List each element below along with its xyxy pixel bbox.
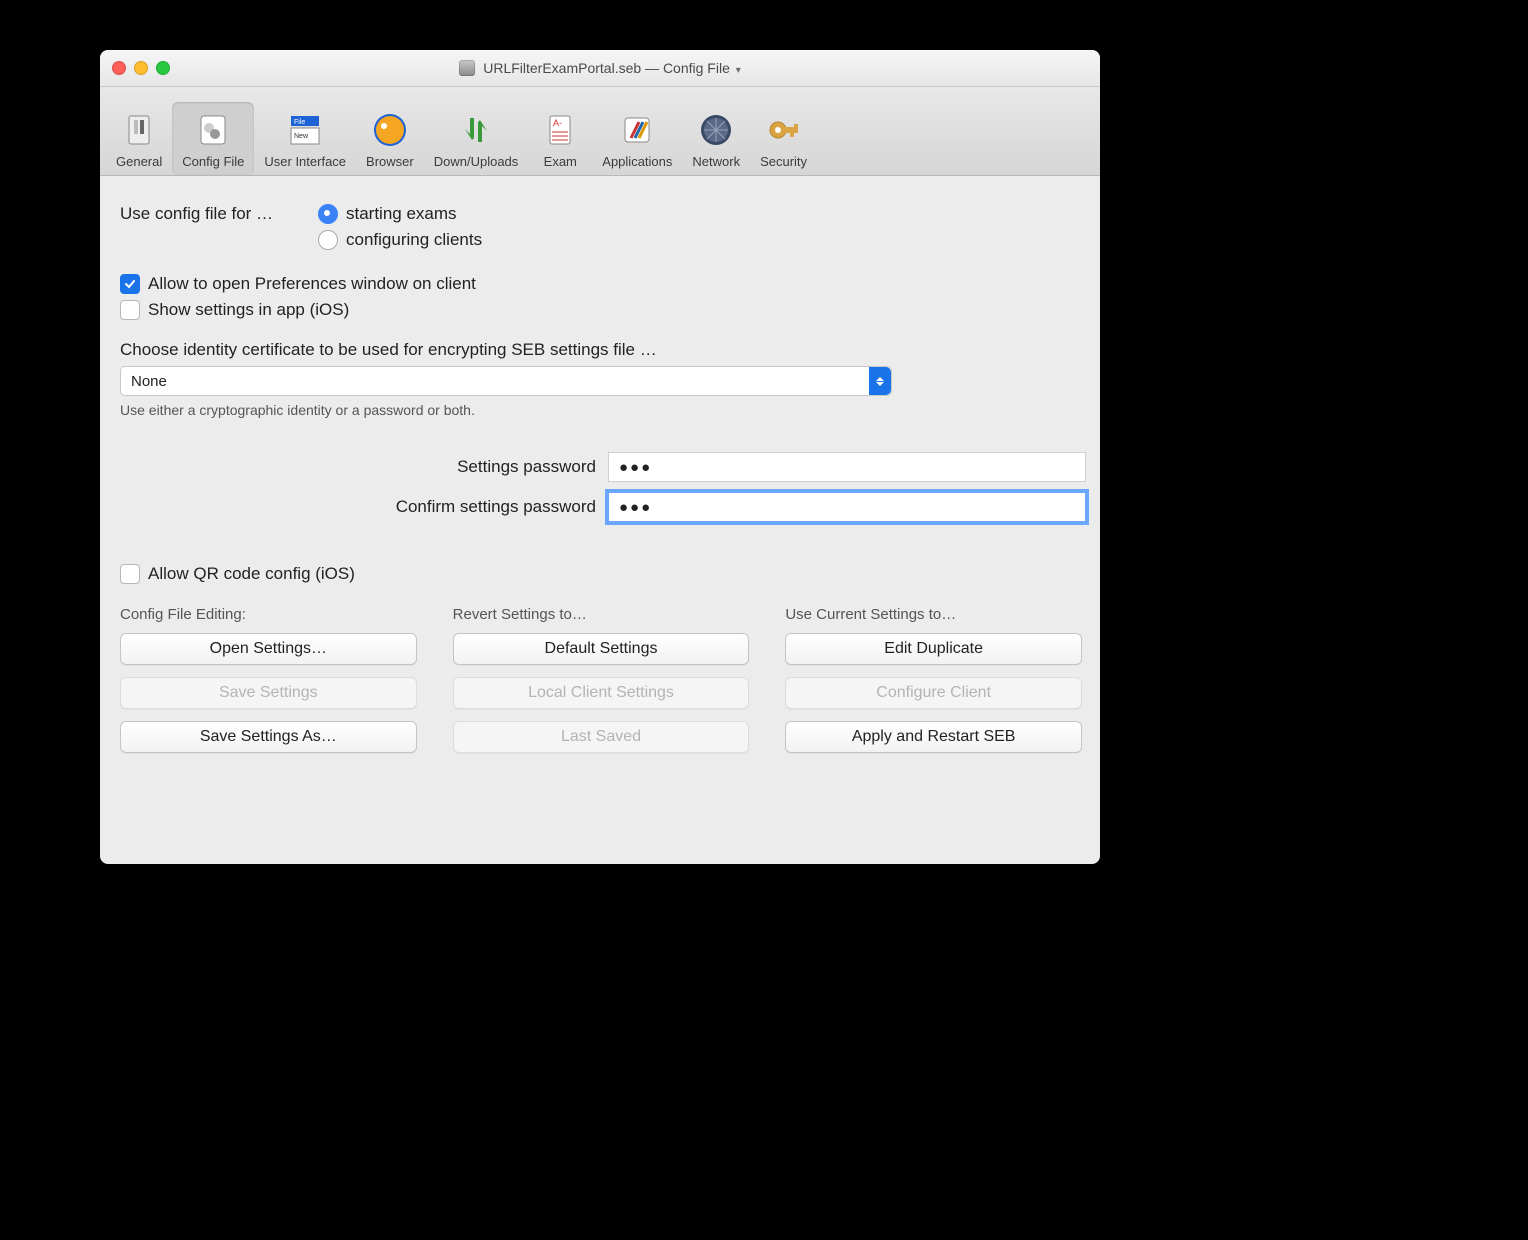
window-title: URLFilterExamPortal.seb — Config File ▾ [483,60,741,76]
radio-configuring-clients[interactable] [318,230,338,250]
configure-client-button[interactable]: Configure Client [785,677,1082,709]
save-settings-button[interactable]: Save Settings [120,677,417,709]
zoom-window-icon[interactable] [156,61,170,75]
editing-title: Config File Editing: [120,606,415,623]
checkbox-allow-prefs[interactable] [120,274,140,294]
exam-icon: A- [538,108,582,152]
cert-hint: Use either a cryptographic identity or a… [120,402,1080,418]
down-uploads-icon [454,108,498,152]
titlebar: URLFilterExamPortal.seb — Config File ▾ [100,50,1100,87]
tab-security[interactable]: Security [750,102,817,175]
confirm-password-input[interactable]: ●●● [608,492,1086,522]
tab-network[interactable]: Network [682,102,750,175]
tab-exam[interactable]: A- Exam [528,102,592,175]
radio-configuring-clients-label: configuring clients [346,230,482,250]
open-settings-button[interactable]: Open Settings… [120,633,417,665]
config-file-icon [191,108,235,152]
general-icon [117,108,161,152]
close-window-icon[interactable] [112,61,126,75]
preferences-toolbar: General Config File FileNew User Interfa… [100,87,1100,176]
security-icon [762,108,806,152]
svg-text:New: New [294,133,309,140]
tab-user-interface[interactable]: FileNew User Interface [254,102,356,175]
use-title: Use Current Settings to… [785,606,1080,623]
cert-label: Choose identity certificate to be used f… [120,340,1080,360]
use-config-label: Use config file for … [120,204,318,224]
default-settings-button[interactable]: Default Settings [453,633,750,665]
tab-applications[interactable]: Applications [592,102,682,175]
checkbox-show-settings-ios-label: Show settings in app (iOS) [148,300,349,320]
browser-icon [368,108,412,152]
confirm-password-label: Confirm settings password [120,497,608,517]
checkbox-allow-qr[interactable] [120,564,140,584]
identity-certificate-select[interactable]: None [120,366,892,396]
identity-certificate-value: None [131,373,167,390]
svg-text:File: File [294,119,305,126]
revert-title: Revert Settings to… [453,606,748,623]
minimize-window-icon[interactable] [134,61,148,75]
tab-down-uploads[interactable]: Down/Uploads [424,102,529,175]
config-file-pane: Use config file for … starting exams con… [100,176,1100,779]
svg-text:A-: A- [553,118,562,128]
tab-general[interactable]: General [106,102,172,175]
select-stepper-icon [869,367,891,395]
apply-restart-button[interactable]: Apply and Restart SEB [785,721,1082,753]
settings-password-label: Settings password [120,457,608,477]
settings-password-input[interactable]: ●●● [608,452,1086,482]
title-dropdown-icon[interactable]: ▾ [736,65,741,76]
checkbox-allow-prefs-label: Allow to open Preferences window on clie… [148,274,476,294]
checkbox-allow-qr-label: Allow QR code config (iOS) [148,564,355,584]
radio-starting-exams-label: starting exams [346,204,457,224]
document-icon [459,60,475,76]
preferences-window: URLFilterExamPortal.seb — Config File ▾ … [100,50,1100,864]
user-interface-icon: File New [283,108,327,152]
tab-browser[interactable]: Browser [356,102,424,175]
tab-config-file[interactable]: Config File [172,102,254,175]
edit-duplicate-button[interactable]: Edit Duplicate [785,633,1082,665]
applications-icon [615,108,659,152]
traffic-lights [112,61,170,75]
save-settings-as-button[interactable]: Save Settings As… [120,721,417,753]
local-client-settings-button[interactable]: Local Client Settings [453,677,750,709]
network-icon [694,108,738,152]
radio-starting-exams[interactable] [318,204,338,224]
last-saved-button[interactable]: Last Saved [453,721,750,753]
checkbox-show-settings-ios[interactable] [120,300,140,320]
